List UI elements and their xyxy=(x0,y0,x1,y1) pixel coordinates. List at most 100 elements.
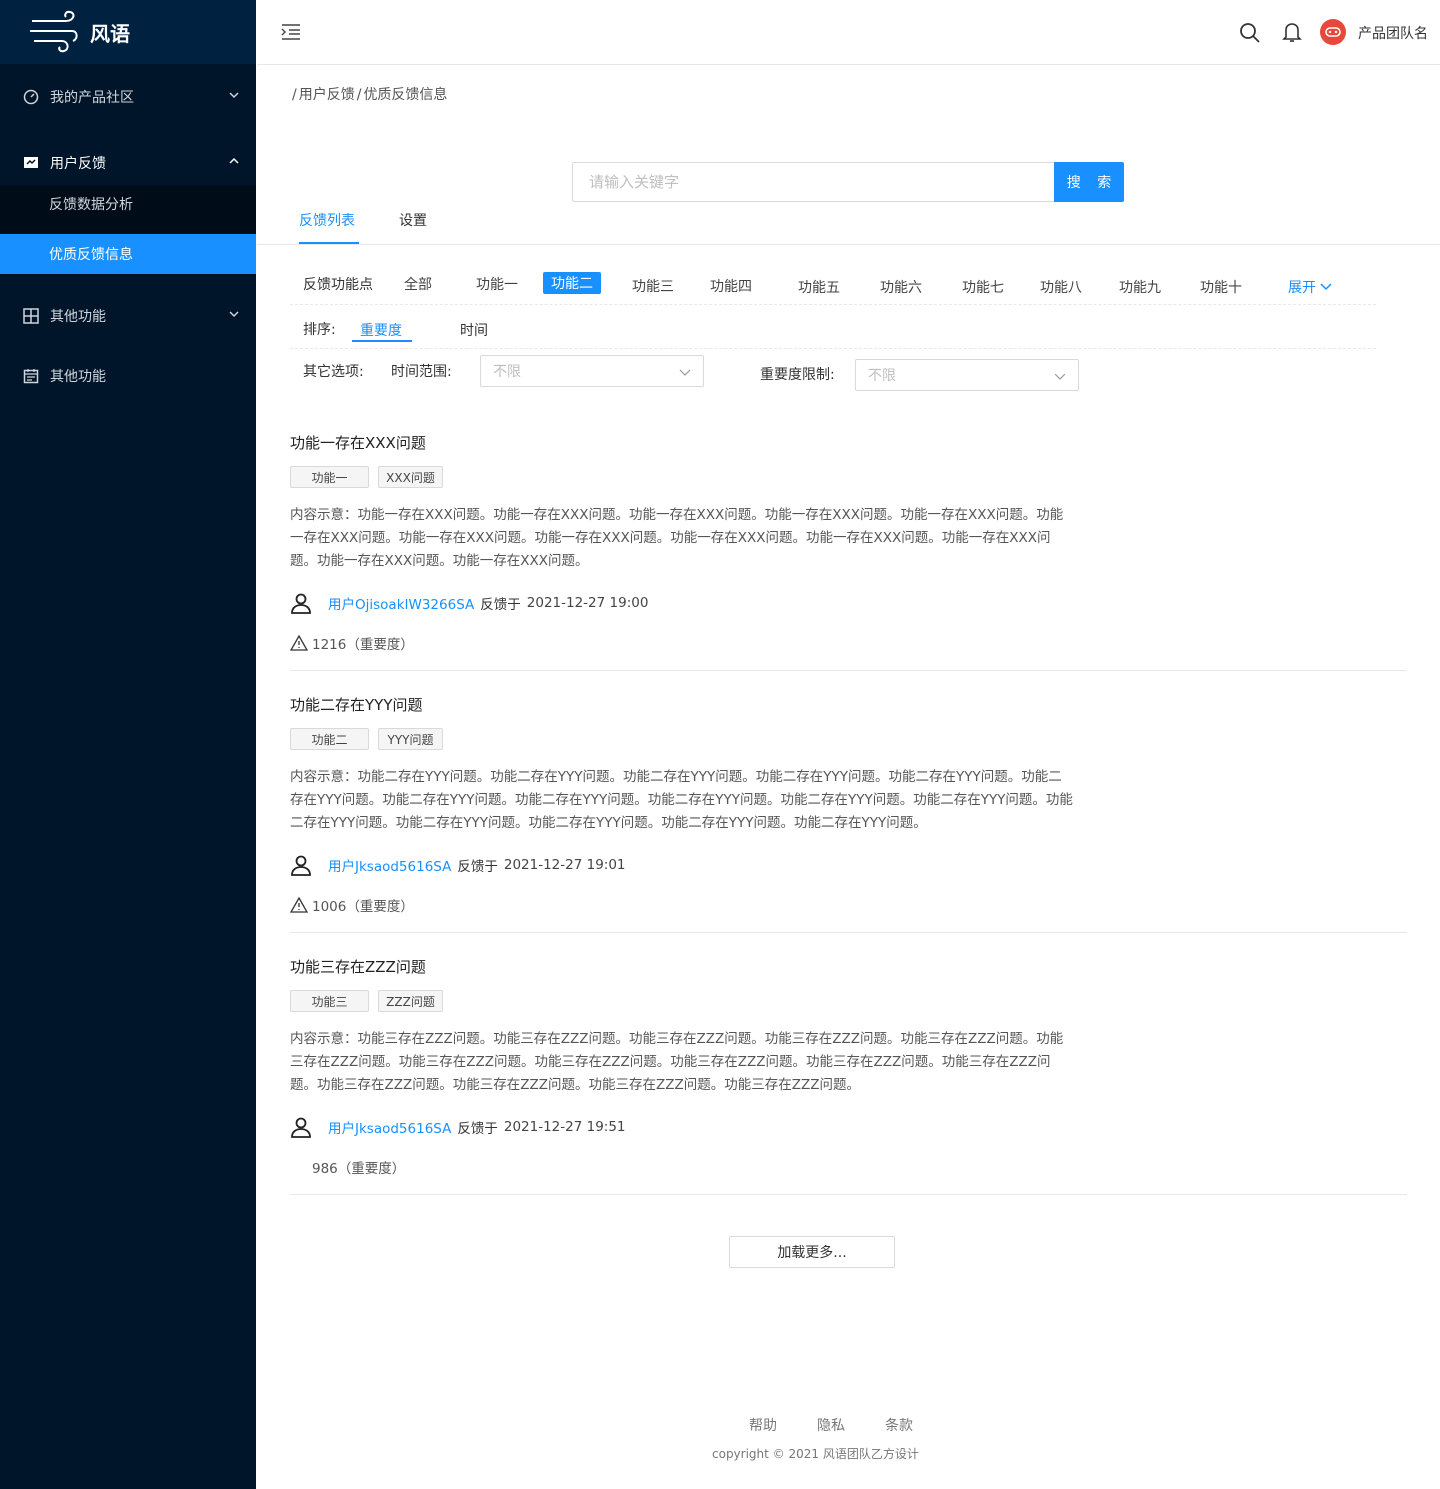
dashboard-icon xyxy=(22,88,40,106)
feedback-time: 2021-12-27 19:00 xyxy=(526,595,649,611)
footer-link-privacy[interactable]: 隐私 xyxy=(817,1415,845,1435)
feature-option-4[interactable]: 功能四 xyxy=(710,276,752,296)
time-range-label: 时间范围: xyxy=(391,364,452,380)
issue-tag[interactable]: YYY问题 xyxy=(378,728,443,750)
feedback-content: 内容示意：功能一存在XXX问题。功能一存在XXX问题。功能一存在XXX问题。功能… xyxy=(290,507,1064,569)
breadcrumb-item-feedback[interactable]: 用户反馈 xyxy=(299,87,355,103)
feature-option-8[interactable]: 功能八 xyxy=(1040,277,1082,297)
feature-filter-label: 反馈功能点 xyxy=(303,277,373,293)
filter-divider xyxy=(290,304,1376,305)
feature-option-6[interactable]: 功能六 xyxy=(880,277,922,297)
feature-option-9[interactable]: 功能九 xyxy=(1119,277,1161,297)
sort-option-importance[interactable]: 重要度 xyxy=(360,320,402,340)
sidebar-item-label: 反馈数据分析 xyxy=(49,197,133,213)
breadcrumb-item-current: 优质反馈信息 xyxy=(363,87,448,103)
importance-score: 986（重要度） xyxy=(312,1161,406,1177)
brand: 风语 xyxy=(0,0,256,64)
search-input[interactable] xyxy=(572,162,1055,202)
sort-option-time[interactable]: 时间 xyxy=(460,320,488,340)
feedback-time: 2021-12-27 19:51 xyxy=(503,1119,626,1135)
tabs-divider xyxy=(257,244,1440,245)
issue-tag[interactable]: ZZZ问题 xyxy=(378,990,443,1012)
feedback-time: 2021-12-27 19:01 xyxy=(503,857,626,873)
feedback-label: 反馈于 xyxy=(480,597,521,613)
issue-tag[interactable]: XXX问题 xyxy=(378,466,443,488)
feedback-username[interactable]: 用户OjisoakIW3266SA xyxy=(328,593,474,613)
feature-tag[interactable]: 功能二 xyxy=(290,728,369,750)
item-divider xyxy=(290,1194,1407,1195)
sort-label: 排序: xyxy=(303,322,336,338)
tab-settings[interactable]: 设置 xyxy=(399,210,427,230)
importance-score: 1216（重要度） xyxy=(312,637,414,653)
feedback-title[interactable]: 功能一存在XXX问题 xyxy=(290,432,1407,453)
sidebar-item-label: 用户反馈 xyxy=(50,156,106,172)
team-name[interactable]: 产品团队名 xyxy=(1358,23,1428,43)
sidebar-item-feedback-analysis[interactable]: 反馈数据分析 xyxy=(0,184,256,224)
importance-limit-select[interactable]: 不限 xyxy=(855,359,1079,391)
app-name: 风语 xyxy=(90,21,130,46)
item-divider xyxy=(290,670,1407,671)
sort-ink-bar xyxy=(352,340,412,342)
feature-option-5[interactable]: 功能五 xyxy=(798,277,840,297)
chevron-up-icon xyxy=(229,157,239,164)
calendar-icon xyxy=(22,367,40,385)
menu-fold-icon[interactable] xyxy=(281,22,301,42)
bell-icon[interactable] xyxy=(1282,21,1302,43)
breadcrumb-separator: / xyxy=(356,87,362,103)
feedback-content: 内容示意：功能三存在ZZZ问题。功能三存在ZZZ问题。功能三存在ZZZ问题。功能… xyxy=(290,1031,1064,1093)
time-range-value: 不限 xyxy=(493,364,521,380)
footer-link-help[interactable]: 帮助 xyxy=(749,1415,777,1435)
tab-feedback-list[interactable]: 反馈列表 xyxy=(299,210,355,230)
breadcrumb-separator: / xyxy=(292,87,297,103)
breadcrumb: / 用户反馈 / 优质反馈信息 xyxy=(292,84,449,104)
sidebar-item-label: 其他功能 xyxy=(50,369,106,385)
item-divider xyxy=(290,932,1407,933)
footer-link-terms[interactable]: 条款 xyxy=(885,1415,913,1435)
feedback-label: 反馈于 xyxy=(457,1121,498,1137)
feature-tag[interactable]: 功能三 xyxy=(290,990,369,1012)
feedback-username[interactable]: 用户Jksaod5616SA xyxy=(328,855,451,875)
avatar[interactable] xyxy=(1320,19,1346,45)
importance-score: 1006（重要度） xyxy=(312,899,414,915)
feature-option-1[interactable]: 功能一 xyxy=(476,274,518,294)
sidebar: 风语 我的产品社区 用户反馈 反馈数据分析 优质反馈信息 其他功能 其他功能 xyxy=(0,0,256,1489)
expand-button[interactable]: 展开 xyxy=(1288,277,1332,297)
sidebar-item-quality-feedback[interactable]: 优质反馈信息 xyxy=(0,234,256,274)
user-icon xyxy=(291,593,311,614)
feature-tag[interactable]: 功能一 xyxy=(290,466,369,488)
feature-option-3[interactable]: 功能三 xyxy=(632,276,674,296)
feature-option-7[interactable]: 功能七 xyxy=(962,277,1004,297)
sidebar-item-other-1[interactable]: 其他功能 xyxy=(0,296,256,336)
feedback-item: 功能二存在YYY问题 功能二 YYY问题 内容示意：功能二存在YYY问题。功能二… xyxy=(290,694,1407,933)
feedback-content: 内容示意：功能二存在YYY问题。功能二存在YYY问题。功能二存在YYY问题。功能… xyxy=(290,769,1073,831)
user-icon xyxy=(291,855,311,876)
expand-label: 展开 xyxy=(1288,280,1316,296)
sidebar-item-label: 我的产品社区 xyxy=(50,90,134,106)
feature-option-2[interactable]: 功能二 xyxy=(543,272,601,294)
feedback-item: 功能一存在XXX问题 功能一 XXX问题 内容示意：功能一存在XXX问题。功能一… xyxy=(290,432,1407,671)
feedback-title[interactable]: 功能三存在ZZZ问题 xyxy=(290,956,1407,977)
other-options-label: 其它选项: xyxy=(303,364,364,380)
sidebar-item-label: 优质反馈信息 xyxy=(49,247,133,263)
sidebar-item-feedback[interactable]: 用户反馈 xyxy=(0,143,256,183)
feature-option-all[interactable]: 全部 xyxy=(404,274,432,294)
user-icon xyxy=(291,1117,311,1138)
feedback-title[interactable]: 功能二存在YYY问题 xyxy=(290,694,1407,715)
sidebar-item-my-community[interactable]: 我的产品社区 xyxy=(0,77,256,117)
feedback-username[interactable]: 用户Jksaod5616SA xyxy=(328,1117,451,1137)
load-more-button[interactable]: 加载更多... xyxy=(729,1236,895,1268)
sidebar-item-label: 其他功能 xyxy=(50,309,106,325)
time-range-select[interactable]: 不限 xyxy=(480,355,704,387)
wind-logo-icon xyxy=(30,10,78,53)
importance-limit-label: 重要度限制: xyxy=(760,367,835,383)
warning-icon xyxy=(290,635,308,651)
importance-limit-value: 不限 xyxy=(868,368,896,384)
chevron-down-icon xyxy=(679,369,691,376)
search-button[interactable]: 搜 索 xyxy=(1054,162,1124,202)
feature-option-10[interactable]: 功能十 xyxy=(1200,277,1242,297)
warning-icon xyxy=(290,897,308,913)
chevron-down-icon xyxy=(229,92,239,99)
filter-divider xyxy=(290,348,1376,349)
sidebar-item-other-2[interactable]: 其他功能 xyxy=(0,356,256,396)
search-icon[interactable] xyxy=(1239,22,1261,44)
